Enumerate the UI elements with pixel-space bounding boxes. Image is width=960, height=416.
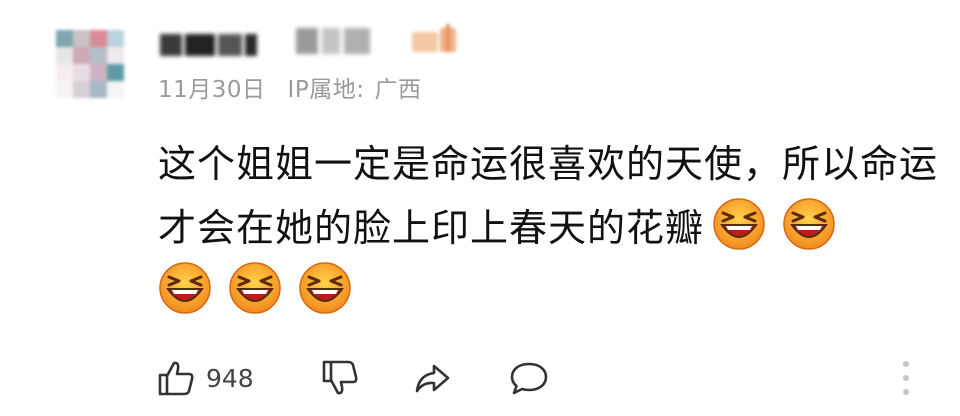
comment-meta: 11月30日 IP属地: 广西 <box>158 70 421 104</box>
user-badges <box>296 28 376 58</box>
thumbs-down-icon <box>322 360 358 395</box>
dislike-button[interactable] <box>320 352 360 404</box>
level-badge-icon <box>412 24 456 52</box>
laughing-face-emoji <box>299 262 351 314</box>
reply-icon <box>510 362 548 395</box>
more-options-button[interactable] <box>896 352 916 404</box>
laughing-face-emoji <box>159 262 211 314</box>
share-icon <box>415 364 450 393</box>
comment-text: 这个姐姐一定是命运很喜欢的天使，所以命运才会在她的脸上印上春天的花瓣 <box>158 132 938 324</box>
avatar[interactable] <box>56 30 124 98</box>
more-icon <box>903 361 909 395</box>
laughing-face-emoji <box>229 262 281 314</box>
like-button[interactable]: 948 <box>156 352 254 404</box>
reply-button[interactable] <box>508 352 550 404</box>
laughing-face-emoji <box>713 198 765 250</box>
ip-value: 广西 <box>374 77 422 103</box>
laughing-face-emoji <box>783 198 835 250</box>
comment-actions: 948 <box>156 352 936 404</box>
like-count: 948 <box>206 363 254 393</box>
comment-date: 11月30日 <box>158 77 266 103</box>
thumbs-up-icon <box>158 361 194 396</box>
username[interactable] <box>160 30 270 60</box>
ip-location: IP属地: 广西 <box>288 70 422 104</box>
ip-label: IP属地: <box>287 77 365 103</box>
share-button[interactable] <box>412 352 452 404</box>
